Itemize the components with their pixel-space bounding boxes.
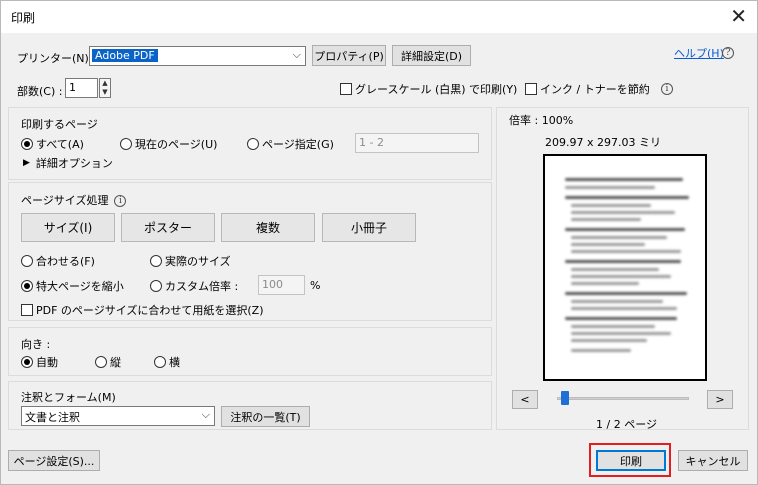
print-dialog: 印刷 ✕ プリンター(N) : Adobe PDF ⌵ プロパティ(P) 詳細設… xyxy=(0,0,758,485)
more-options-label: 詳細オプション xyxy=(35,157,113,170)
advanced-button[interactable]: 詳細設定(D) xyxy=(392,45,471,66)
title-bar: 印刷 ✕ xyxy=(1,1,757,33)
copies-input[interactable]: 1 xyxy=(65,78,98,98)
multiple-tab-button[interactable]: 複数 xyxy=(221,213,315,242)
save-ink-label: インク / トナーを節約 xyxy=(540,83,650,96)
radio[interactable] xyxy=(120,138,132,150)
custom-scale-label: カスタム倍率 : xyxy=(165,280,239,293)
paper-by-pdf-label: PDF のページサイズに合わせて用紙を選択(Z) xyxy=(36,304,264,317)
pages-range-option[interactable]: ページ指定(G) xyxy=(247,136,334,152)
fit-label: 合わせる(F) xyxy=(36,255,95,268)
grayscale-label: グレースケール (白黒) で印刷(Y) xyxy=(355,83,518,96)
pages-all-option[interactable]: すべて(A) xyxy=(21,136,84,152)
info-icon[interactable]: i xyxy=(661,81,673,95)
radio[interactable] xyxy=(21,255,33,267)
orientation-landscape-option[interactable]: 横 xyxy=(154,354,180,370)
booklet-tab-button[interactable]: 小冊子 xyxy=(322,213,416,242)
pages-all-label: すべて(A) xyxy=(36,138,84,151)
comments-select[interactable]: 文書と注釈 ⌵ xyxy=(21,406,215,426)
printer-select[interactable]: Adobe PDF ⌵ xyxy=(89,46,306,66)
radio[interactable] xyxy=(247,138,259,150)
save-ink-checkbox[interactable] xyxy=(525,83,537,95)
radio-selected[interactable] xyxy=(21,138,33,150)
triangle-right-icon: ▶ xyxy=(23,158,30,168)
page-slider-thumb[interactable] xyxy=(560,391,569,405)
radio[interactable] xyxy=(150,280,162,292)
window-title: 印刷 xyxy=(11,11,36,25)
preview-size: 209.97 x 297.03 ミリ xyxy=(545,136,661,149)
orientation-heading: 向き : xyxy=(21,338,51,351)
percent-label: % xyxy=(310,279,321,292)
fit-option[interactable]: 合わせる(F) xyxy=(21,253,95,269)
paper-by-pdf-option[interactable]: PDF のページサイズに合わせて用紙を選択(Z) xyxy=(21,302,264,318)
custom-scale-input[interactable]: 100 xyxy=(258,275,305,295)
pages-panel: 印刷するページ すべて(A) 現在のページ(U) ページ指定(G) 1 - 2 … xyxy=(8,107,492,180)
actual-size-label: 実際のサイズ xyxy=(165,255,231,268)
comments-panel: 注釈とフォーム(M) 文書と注釈 ⌵ 注釈の一覧(T) xyxy=(8,381,492,430)
help-icon[interactable]: ? xyxy=(722,45,734,59)
stepper-up-icon[interactable]: ▲ xyxy=(100,79,110,88)
size-tab-button[interactable]: サイズ(I) xyxy=(21,213,115,242)
chevron-down-icon: ⌵ xyxy=(201,408,210,421)
copies-stepper[interactable]: ▲ ▼ xyxy=(99,78,111,98)
orientation-portrait-label: 縦 xyxy=(110,356,121,369)
page-slider-track[interactable] xyxy=(557,397,689,400)
radio[interactable] xyxy=(150,255,162,267)
page-sizing-heading: ページサイズ処理 xyxy=(21,194,109,207)
page-setup-button[interactable]: ページ設定(S)... xyxy=(8,450,100,471)
copies-label: 部数(C) : xyxy=(17,85,63,98)
paper-by-pdf-checkbox[interactable] xyxy=(21,304,33,316)
more-options-toggle[interactable]: ▶ 詳細オプション xyxy=(23,155,113,171)
print-button[interactable]: 印刷 xyxy=(596,450,666,471)
grayscale-checkbox[interactable] xyxy=(340,83,352,95)
shrink-option[interactable]: 特大ページを縮小 xyxy=(21,278,124,294)
pages-range-label: ページ指定(G) xyxy=(262,138,334,151)
pages-current-option[interactable]: 現在のページ(U) xyxy=(120,136,217,152)
next-page-button[interactable]: > xyxy=(707,390,733,409)
comments-heading: 注釈とフォーム(M) xyxy=(21,391,116,404)
radio-selected[interactable] xyxy=(21,280,33,292)
orientation-landscape-label: 横 xyxy=(169,356,180,369)
save-ink-option[interactable]: インク / トナーを節約 xyxy=(525,81,650,97)
stepper-down-icon[interactable]: ▼ xyxy=(100,88,110,97)
radio-selected[interactable] xyxy=(21,356,33,368)
comments-select-value: 文書と注釈 xyxy=(25,411,80,424)
pages-current-label: 現在のページ(U) xyxy=(135,138,218,151)
pages-heading: 印刷するページ xyxy=(21,118,98,131)
properties-button[interactable]: プロパティ(P) xyxy=(312,45,386,66)
orientation-portrait-option[interactable]: 縦 xyxy=(95,354,121,370)
chevron-down-icon: ⌵ xyxy=(292,48,301,61)
preview-panel: 倍率 : 100% 209.97 x 297.03 ミリ < > 1 / 2 ペ… xyxy=(496,107,749,431)
summarize-comments-button[interactable]: 注釈の一覧(T) xyxy=(221,406,310,427)
actual-size-option[interactable]: 実際のサイズ xyxy=(150,253,231,269)
poster-tab-button[interactable]: ポスター xyxy=(121,213,215,242)
help-link[interactable]: ヘルプ(H) xyxy=(674,45,724,61)
grayscale-option[interactable]: グレースケール (白黒) で印刷(Y) xyxy=(340,81,517,97)
printer-select-value: Adobe PDF xyxy=(92,49,158,62)
custom-scale-option[interactable]: カスタム倍率 : xyxy=(150,278,238,294)
page-sizing-heading-row: ページサイズ処理 i xyxy=(21,192,127,208)
radio[interactable] xyxy=(154,356,166,368)
preview-scale: 倍率 : 100% xyxy=(509,114,574,127)
radio[interactable] xyxy=(95,356,107,368)
cancel-button[interactable]: キャンセル xyxy=(678,450,748,471)
page-indicator: 1 / 2 ページ xyxy=(596,418,657,431)
pages-range-input[interactable]: 1 - 2 xyxy=(355,133,479,153)
orientation-auto-label: 自動 xyxy=(36,356,58,369)
info-icon[interactable]: i xyxy=(114,193,127,207)
orientation-auto-option[interactable]: 自動 xyxy=(21,354,58,370)
orientation-panel: 向き : 自動 縦 横 xyxy=(8,327,492,376)
preview-page xyxy=(543,154,707,381)
printer-label: プリンター(N) : xyxy=(17,52,97,65)
shrink-label: 特大ページを縮小 xyxy=(36,280,124,293)
prev-page-button[interactable]: < xyxy=(512,390,538,409)
close-icon[interactable]: ✕ xyxy=(730,4,747,28)
page-sizing-panel: ページサイズ処理 i サイズ(I) ポスター 複数 小冊子 合わせる(F) 実際… xyxy=(8,182,492,321)
